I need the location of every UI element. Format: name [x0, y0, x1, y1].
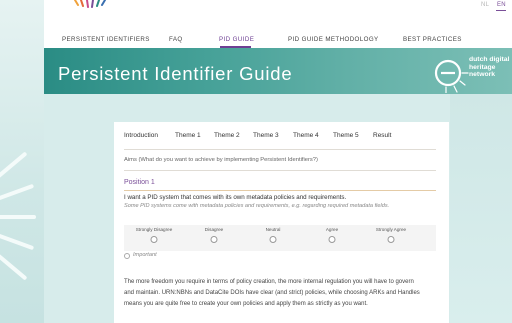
radio-disagree[interactable] [210, 236, 218, 243]
scale-label-agree: Agree [325, 227, 339, 232]
position-statement: I want a PID system that comes with its … [124, 194, 347, 201]
language-en-link[interactable]: EN [497, 2, 506, 8]
radio-agree[interactable] [328, 236, 336, 243]
scale-label-strongly-disagree: Strongly Disagree [135, 227, 173, 232]
logo-line-2: heritage [469, 63, 496, 71]
logo-line-3: network [469, 71, 496, 79]
nav-faq[interactable]: FAQ [169, 36, 183, 43]
language-active-indicator [496, 10, 506, 11]
guide-card: Introduction Theme 1 Theme 2 Theme 3 The… [114, 122, 449, 323]
position-subtext: Some PID systems come with metadata poli… [124, 203, 390, 209]
important-checkbox[interactable] [124, 253, 130, 259]
explanation-paragraph: The more freedom you require in terms of… [124, 279, 420, 307]
scale-label-strongly-agree: Strongly Agree [375, 227, 407, 232]
tab-theme-5[interactable]: Theme 5 [333, 132, 359, 139]
radio-neutral[interactable] [269, 236, 277, 243]
likert-scale: Strongly Disagree Disagree Neutral Agree… [124, 225, 436, 251]
tabs-divider [124, 149, 436, 150]
question-divider [124, 170, 436, 171]
radio-strongly-disagree[interactable] [150, 236, 158, 243]
position-title: Position 1 [124, 179, 155, 186]
tab-theme-2[interactable]: Theme 2 [214, 132, 240, 139]
question-text: Aims (What do you want to achieve by imp… [124, 157, 318, 163]
nav-pid-guide-methodology[interactable]: PID GUIDE METHODOLOGY [288, 36, 379, 43]
scale-label-neutral: Neutral [265, 227, 281, 232]
nav-pid-guide[interactable]: PID GUIDE [219, 36, 254, 43]
scale-label-disagree: Disagree [204, 227, 224, 232]
logo-line-1: dutch digital [469, 56, 510, 63]
nav-persistent-identifiers[interactable]: PERSISTENT IDENTIFIERS [62, 36, 150, 43]
tab-result[interactable]: Result [373, 132, 391, 139]
tab-theme-4[interactable]: Theme 4 [293, 132, 319, 139]
left-decorative-strip [0, 0, 44, 323]
tab-introduction[interactable]: Introduction [124, 132, 158, 139]
site-header: NL EN PERSISTENT IDENTIFIERS FAQ PID GUI… [44, 0, 512, 48]
important-label: Important [133, 252, 157, 258]
position-divider [124, 190, 436, 191]
tab-theme-1[interactable]: Theme 1 [175, 132, 201, 139]
radio-strongly-agree[interactable] [387, 236, 395, 243]
right-decorative-strip [450, 94, 512, 323]
tab-theme-3[interactable]: Theme 3 [253, 132, 279, 139]
hero-banner: Persistent Identifier Guide dutch digita… [44, 48, 512, 94]
nav-best-practices[interactable]: BEST PRACTICES [403, 36, 462, 43]
site-logo-icon[interactable] [72, 0, 108, 8]
language-nl-link[interactable]: NL [481, 2, 489, 8]
page-title: Persistent Identifier Guide [58, 63, 293, 84]
logo-text: dutch digital heritage network [469, 56, 509, 79]
